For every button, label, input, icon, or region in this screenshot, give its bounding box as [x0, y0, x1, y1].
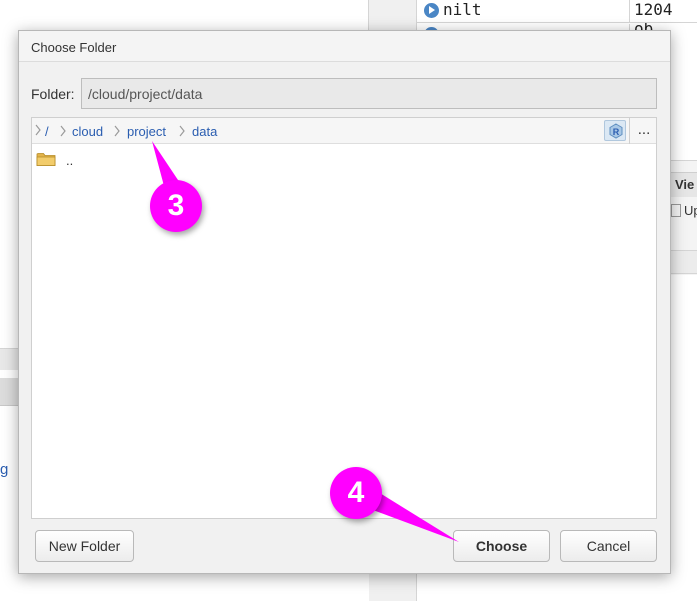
step-3-callout: 3	[150, 180, 202, 232]
panel-separator	[671, 250, 697, 274]
background-link[interactable]: g	[0, 461, 8, 478]
file-browser: / cloud project data R ... ..	[31, 117, 657, 519]
step-4-callout: 4	[330, 467, 382, 519]
breadcrumb: / cloud project data R ...	[32, 118, 656, 144]
folder-path-field[interactable]	[81, 78, 657, 109]
environment-row[interactable]: nilt 1204 ob	[417, 0, 697, 38]
environment-pane: nilt 1204 ob ob	[417, 0, 697, 46]
chevron-right-icon	[35, 124, 41, 136]
more-options-button[interactable]: ...	[629, 118, 658, 144]
variable-value: 1204 ob	[629, 0, 697, 38]
pane-divider	[368, 0, 369, 30]
viewer-tab[interactable]: Vie	[671, 172, 697, 197]
breadcrumb-cloud[interactable]: cloud	[72, 124, 103, 139]
choose-button[interactable]: Choose	[453, 530, 550, 562]
folder-icon	[36, 153, 56, 166]
go-to-project-button[interactable]: R	[604, 120, 626, 141]
folder-label: Folder:	[31, 86, 75, 102]
update-label: Up	[684, 203, 697, 218]
row-divider	[417, 22, 697, 23]
chevron-right-icon	[179, 125, 185, 137]
file-name: ..	[66, 153, 74, 168]
dialog-titlebar[interactable]: Choose Folder	[19, 31, 670, 62]
console-toolbar-strip	[0, 378, 19, 406]
new-folder-button[interactable]: New Folder	[35, 530, 134, 562]
cancel-button[interactable]: Cancel	[560, 530, 657, 562]
r-project-icon: R	[609, 123, 623, 139]
breadcrumb-data[interactable]: data	[192, 124, 217, 139]
breadcrumb-project[interactable]: project	[127, 124, 166, 139]
chevron-right-icon	[60, 125, 66, 137]
breadcrumb-root[interactable]: /	[45, 124, 49, 139]
dialog-title: Choose Folder	[31, 40, 117, 55]
svg-text:R: R	[613, 127, 620, 137]
variable-name: nilt	[443, 0, 482, 19]
update-row[interactable]: Up	[671, 203, 697, 223]
checkbox[interactable]	[671, 204, 681, 217]
console-header-strip	[0, 348, 19, 370]
expand-play-icon[interactable]	[424, 3, 439, 18]
list-item[interactable]: ..	[34, 149, 654, 171]
chevron-right-icon	[114, 125, 120, 137]
